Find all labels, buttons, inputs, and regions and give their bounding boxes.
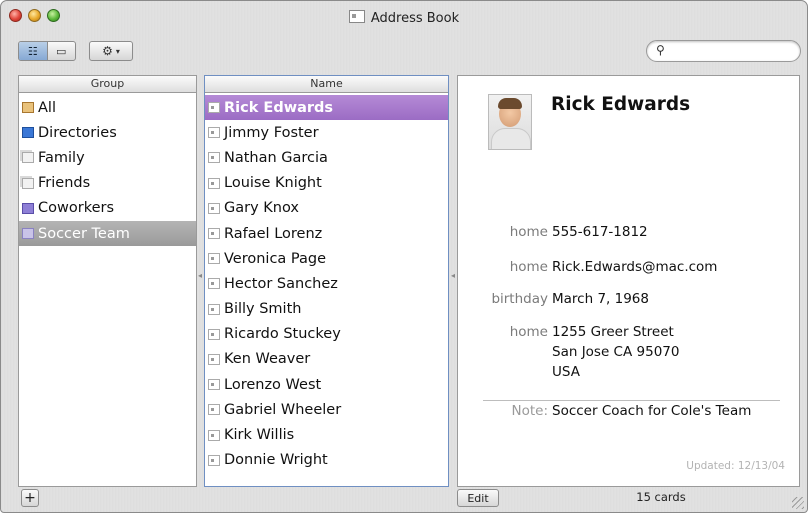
- group-icon: [22, 177, 34, 189]
- group-icon: [22, 152, 34, 164]
- gear-icon: ⚙: [102, 44, 113, 58]
- directory-icon: [22, 127, 34, 139]
- resize-grip[interactable]: [792, 497, 804, 509]
- list-item[interactable]: Nathan Garcia: [205, 145, 448, 170]
- action-menu-button[interactable]: ⚙ ▾: [89, 41, 133, 61]
- note-divider: [483, 400, 780, 401]
- email-label[interactable]: home: [510, 259, 548, 275]
- card-icon: [208, 202, 220, 214]
- group-item-coworkers[interactable]: Coworkers: [19, 196, 196, 221]
- note-label: Note:: [511, 403, 548, 419]
- card-icon: [208, 353, 220, 365]
- chevron-down-icon: ▾: [115, 46, 120, 56]
- updated-timestamp: Updated: 12/13/04: [686, 460, 785, 472]
- card-count: 15 cards: [636, 490, 686, 504]
- card-icon: [208, 152, 220, 164]
- photo-body: [491, 128, 531, 149]
- address-book-window: Address Book ☷ ▭ ⚙ ▾ ⚲ Group All Director…: [0, 0, 808, 513]
- group-column-header[interactable]: Group: [19, 76, 196, 93]
- list-item[interactable]: Gary Knox: [205, 196, 448, 221]
- card-icon: [208, 278, 220, 290]
- email-value[interactable]: Rick.Edwards@mac.com: [552, 259, 717, 275]
- card-icon: [208, 253, 220, 265]
- name-pane: Name Rick Edwards Jimmy Foster Nathan Ga…: [204, 75, 449, 487]
- edit-button[interactable]: Edit: [457, 489, 499, 507]
- name-column-header[interactable]: Name: [205, 76, 448, 93]
- birthday-value: March 7, 1968: [552, 291, 649, 307]
- view-card-icon[interactable]: ▭: [46, 42, 76, 60]
- add-group-button[interactable]: +: [21, 489, 39, 507]
- all-book-icon: [22, 102, 34, 114]
- photo-hair: [498, 98, 522, 109]
- card-icon: [208, 454, 220, 466]
- list-item[interactable]: Kirk Willis: [205, 422, 448, 447]
- contact-name: Rick Edwards: [551, 94, 691, 115]
- note-value[interactable]: Soccer Coach for Cole's Team: [552, 403, 751, 419]
- group-item-all[interactable]: All: [19, 95, 196, 120]
- list-item[interactable]: Ricardo Stuckey: [205, 322, 448, 347]
- list-item[interactable]: Louise Knight: [205, 171, 448, 196]
- smart-group-icon: [22, 202, 34, 214]
- group-list: All Directories Family Friends Coworkers…: [19, 93, 196, 247]
- list-item[interactable]: Jimmy Foster: [205, 120, 448, 145]
- group-item-friends[interactable]: Friends: [19, 171, 196, 196]
- list-item[interactable]: Rafael Lorenz: [205, 221, 448, 246]
- list-item[interactable]: Billy Smith: [205, 297, 448, 322]
- list-item[interactable]: Lorenzo West: [205, 372, 448, 397]
- card-icon: [208, 429, 220, 441]
- search-icon: ⚲: [656, 43, 665, 57]
- birthday-label: birthday: [491, 291, 548, 307]
- title-bar: Address Book ☷ ▭ ⚙ ▾ ⚲: [1, 1, 807, 71]
- card-icon: [208, 404, 220, 416]
- address-line: 1255 Greer Street: [552, 324, 674, 340]
- list-item[interactable]: Ken Weaver: [205, 347, 448, 372]
- card-icon: [208, 102, 220, 114]
- list-item[interactable]: Gabriel Wheeler: [205, 397, 448, 422]
- group-item-family[interactable]: Family: [19, 145, 196, 170]
- group-pane: Group All Directories Family Friends Cow…: [18, 75, 197, 487]
- group-item-soccer-team[interactable]: Soccer Team: [19, 220, 196, 247]
- phone-label[interactable]: home: [510, 224, 548, 240]
- list-item[interactable]: Rick Edwards: [205, 95, 448, 121]
- address-value[interactable]: 1255 Greer Street San Jose CA 95070 USA: [552, 322, 679, 382]
- address-line: San Jose CA 95070: [552, 344, 680, 360]
- contact-photo[interactable]: [488, 94, 532, 150]
- group-item-directories[interactable]: Directories: [19, 120, 196, 145]
- smart-group-icon: [22, 228, 34, 240]
- card-icon: [208, 328, 220, 340]
- address-line: USA: [552, 364, 580, 380]
- address-book-icon: [348, 10, 365, 23]
- card-icon: [208, 303, 220, 315]
- search-input[interactable]: ⚲: [646, 40, 801, 62]
- list-item[interactable]: Veronica Page: [205, 246, 448, 271]
- phone-value[interactable]: 555-617-1812: [552, 224, 648, 240]
- card-icon: [208, 177, 220, 189]
- group-splitter-handle[interactable]: ◂: [198, 271, 202, 280]
- window-title: Address Book: [1, 10, 807, 26]
- card-icon: [208, 379, 220, 391]
- name-splitter-handle[interactable]: ◂: [451, 271, 455, 280]
- view-segmented-control: ☷ ▭: [18, 41, 76, 61]
- card-pane: Rick Edwards home 555-617-1812 home Rick…: [457, 75, 800, 487]
- list-item[interactable]: Donnie Wright: [205, 448, 448, 473]
- card-icon: [208, 228, 220, 240]
- view-columns-icon[interactable]: ☷: [19, 42, 47, 60]
- address-label[interactable]: home: [510, 324, 548, 340]
- name-list: Rick Edwards Jimmy Foster Nathan Garcia …: [205, 93, 448, 473]
- list-item[interactable]: Hector Sanchez: [205, 271, 448, 296]
- card-icon: [208, 127, 220, 139]
